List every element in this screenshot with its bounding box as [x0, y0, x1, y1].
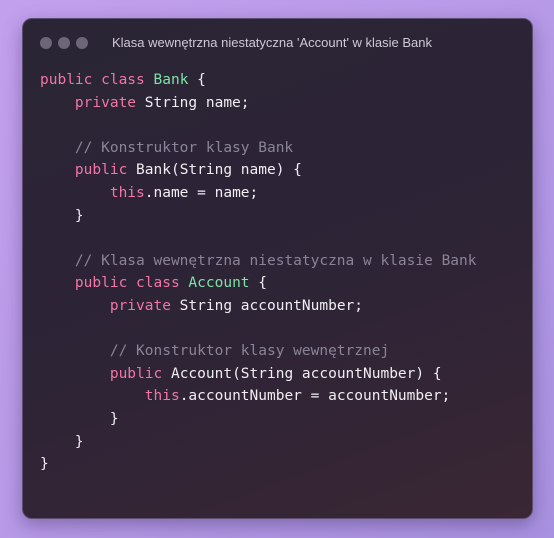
code-token: }: [40, 410, 119, 427]
code-token: this: [144, 388, 180, 405]
code-line: public class Account {: [40, 272, 477, 295]
code-line: }: [40, 431, 477, 454]
code-token: }: [40, 456, 49, 473]
window-control-dot-3[interactable]: [76, 37, 88, 49]
code-line: this.accountNumber = accountNumber;: [40, 385, 477, 408]
code-line: public Bank(String name) {: [40, 159, 477, 182]
code-token: private: [74, 94, 137, 111]
code-line: // Konstruktor klasy Bank: [40, 137, 477, 160]
code-line: private String accountNumber;: [40, 295, 477, 318]
code-token: // Konstruktor klasy wewnętrznej: [40, 343, 390, 360]
code-token: .accountNumber = accountNumber;: [179, 388, 451, 405]
window-title: Klasa wewnętrzna niestatyczna 'Account' …: [112, 35, 433, 50]
code-token: Bank: [153, 72, 189, 88]
code-line: // Konstruktor klasy wewnętrznej: [40, 340, 477, 363]
code-line: }: [40, 453, 477, 476]
code-token: Account: [188, 275, 250, 292]
code-token: String name;: [136, 94, 250, 111]
code-window: Klasa wewnętrzna niestatyczna 'Account' …: [22, 18, 533, 519]
code-token: this: [109, 184, 145, 201]
code-token: // Klasa wewnętrzna niestatyczna w klasi…: [40, 252, 477, 269]
code-token: Account(String accountNumber) {: [162, 365, 442, 382]
code-block: public class Bank { private String name;…: [40, 69, 477, 476]
code-line: // Klasa wewnętrzna niestatyczna w klasi…: [40, 250, 477, 273]
code-line: }: [40, 205, 477, 228]
code-line: }: [40, 408, 477, 431]
code-line: public Account(String accountNumber) {: [40, 363, 477, 386]
window-control-dot-2[interactable]: [58, 37, 70, 49]
code-token: public: [109, 365, 163, 382]
code-token: public: [74, 162, 128, 179]
code-line: this.name = name;: [40, 182, 477, 205]
code-token: .name = name;: [144, 184, 259, 201]
code-token: }: [40, 207, 84, 224]
code-token: }: [40, 433, 84, 450]
code-line: public class Bank {: [40, 69, 477, 92]
window-control-dot-1[interactable]: [40, 37, 52, 49]
code-token: String accountNumber;: [170, 297, 364, 314]
code-token: public class: [74, 275, 189, 292]
code-line: private String name;: [40, 92, 477, 115]
code-token: {: [188, 72, 206, 88]
code-token: // Konstruktor klasy Bank: [40, 139, 294, 156]
code-token: private: [109, 297, 171, 314]
window-titlebar: Klasa wewnętrzna niestatyczna 'Account' …: [23, 19, 532, 65]
code-token: {: [249, 275, 267, 292]
code-token: public class: [40, 72, 154, 88]
code-token: Bank(String name) {: [127, 162, 302, 179]
